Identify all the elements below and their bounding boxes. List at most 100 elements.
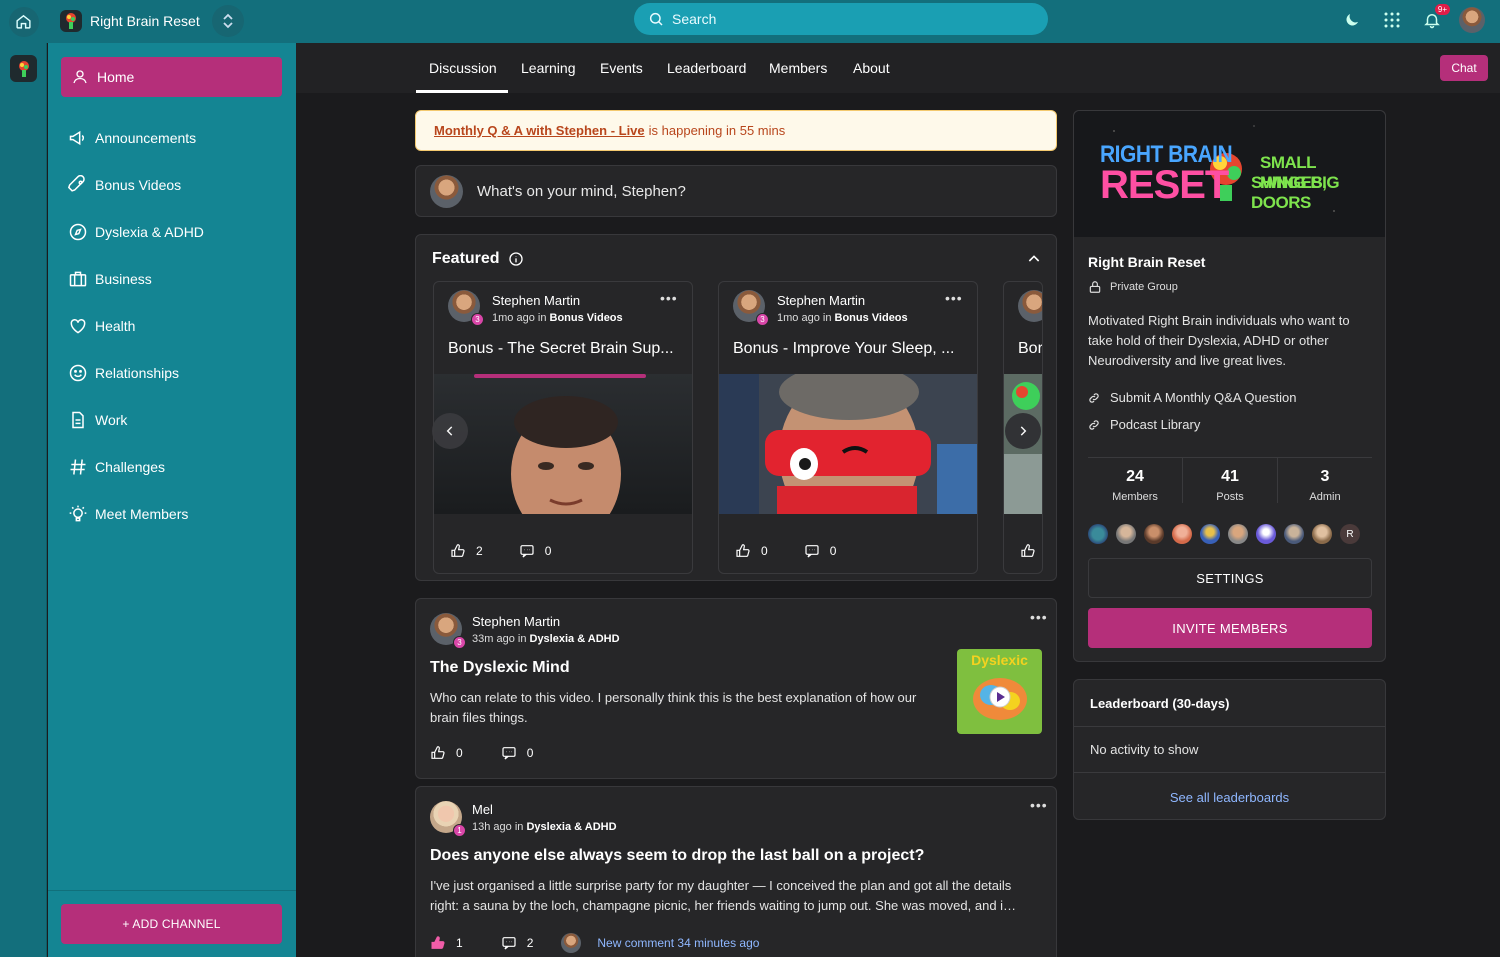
member-avatar[interactable] <box>1284 524 1304 544</box>
post-title[interactable]: Does anyone else always seem to drop the… <box>430 847 924 865</box>
apps-grid-icon[interactable] <box>1372 4 1412 36</box>
switch-group-icon[interactable] <box>211 5 244 37</box>
home-icon[interactable] <box>8 6 39 37</box>
sidebar-item-announcements[interactable]: Announcements <box>68 126 196 150</box>
add-channel-button[interactable]: + ADD CHANNEL <box>61 904 282 944</box>
liked-icon[interactable] <box>430 935 446 951</box>
tab-members[interactable]: Members <box>769 60 827 76</box>
more-options-icon[interactable]: ••• <box>945 290 963 306</box>
post-card[interactable]: 3 Stephen Martin 33m ago in Dyslexia & A… <box>415 598 1057 779</box>
post-author[interactable]: Stephen Martin <box>777 293 865 308</box>
active-tab-indicator <box>416 90 508 93</box>
avatar <box>430 174 463 208</box>
new-comment-link[interactable]: New comment 34 minutes ago <box>597 936 759 950</box>
chat-button[interactable]: Chat <box>1440 55 1488 81</box>
sidebar-item-business[interactable]: Business <box>68 267 152 291</box>
hero-line2: RESET <box>1100 163 1229 207</box>
sidebar-item-home[interactable]: Home <box>61 57 282 97</box>
more-options-icon[interactable]: ••• <box>660 290 678 306</box>
thumbnail-title: Dyslexic <box>971 652 1028 668</box>
search-input[interactable]: Search <box>634 3 1048 35</box>
stat-admin[interactable]: 3 Admin <box>1277 458 1372 503</box>
tab-events[interactable]: Events <box>600 60 643 76</box>
divider <box>1074 772 1385 773</box>
link-monthly-qa[interactable]: Submit A Monthly Q&A Question <box>1088 390 1296 405</box>
member-avatar[interactable] <box>1144 524 1164 544</box>
collapse-chevron-icon[interactable] <box>1026 251 1042 267</box>
group-switcher[interactable]: Right Brain Reset <box>60 5 244 37</box>
comment-icon[interactable] <box>501 935 517 951</box>
link-podcast-library[interactable]: Podcast Library <box>1088 417 1200 432</box>
sidebar-item-relationships[interactable]: Relationships <box>68 361 179 385</box>
user-avatar[interactable] <box>1452 4 1492 36</box>
post-author[interactable]: Stephen Martin <box>472 614 560 629</box>
carousel-prev-button[interactable] <box>432 413 468 449</box>
sidebar-item-dyslexia-adhd[interactable]: Dyslexia & ADHD <box>68 220 204 244</box>
see-all-leaderboards-link[interactable]: See all leaderboards <box>1074 790 1385 805</box>
member-avatar[interactable] <box>1088 524 1108 544</box>
carousel-next-button[interactable] <box>1005 413 1041 449</box>
like-icon[interactable] <box>1020 543 1036 559</box>
member-avatar[interactable] <box>1312 524 1332 544</box>
like-icon[interactable] <box>735 543 751 559</box>
group-stats: 24 Members 41 Posts 3 Admin <box>1088 457 1372 503</box>
sidebar-item-meet-members[interactable]: Meet Members <box>68 502 188 526</box>
hero-tagline-2: SWING BIG DOORS <box>1251 173 1340 212</box>
group-logo-icon <box>60 10 82 32</box>
stat-posts[interactable]: 41 Posts <box>1182 458 1277 503</box>
sidebar-item-challenges[interactable]: Challenges <box>68 455 165 479</box>
chevron-right-icon <box>1020 426 1027 436</box>
group-rail-logo-icon[interactable] <box>10 55 37 82</box>
sidebar-item-bonus-videos[interactable]: Bonus Videos <box>68 173 181 197</box>
notifications-bell-icon[interactable]: 9+ <box>1412 4 1452 36</box>
featured-section: Featured 3 Stephen Martin 1mo ago in Bon… <box>415 234 1057 581</box>
info-icon[interactable] <box>508 251 524 267</box>
post-thumbnail[interactable]: Dyslexic <box>957 649 1042 734</box>
sidebar-item-label: Announcements <box>95 130 197 146</box>
comment-icon[interactable] <box>501 745 517 761</box>
member-avatar[interactable] <box>1172 524 1192 544</box>
divider <box>1074 726 1385 727</box>
like-icon[interactable] <box>450 543 466 559</box>
post-author[interactable]: Stephen Martin <box>492 293 580 308</box>
member-avatar[interactable] <box>1200 524 1220 544</box>
video-thumbnail[interactable] <box>434 374 692 540</box>
member-avatar[interactable] <box>1228 524 1248 544</box>
post-composer[interactable]: What's on your mind, Stephen? <box>415 165 1057 217</box>
more-options-icon[interactable]: ••• <box>1030 609 1048 625</box>
privacy-label: Private Group <box>1088 280 1178 294</box>
tab-discussion[interactable]: Discussion <box>429 60 497 76</box>
featured-card[interactable]: 3 Stephen Martin 1mo ago in Bonus Videos… <box>433 281 693 574</box>
sidebar-item-health[interactable]: Health <box>68 314 135 338</box>
avatar <box>1018 290 1042 324</box>
like-icon[interactable] <box>430 745 446 761</box>
featured-title-text: Featured <box>432 250 500 267</box>
member-avatar-initial[interactable]: R <box>1340 524 1360 544</box>
tab-learning[interactable]: Learning <box>521 60 576 76</box>
comment-icon[interactable] <box>804 543 820 559</box>
featured-card[interactable]: 3 Stephen Martin 1mo ago in Bonus Videos… <box>718 281 978 574</box>
settings-button[interactable]: SETTINGS <box>1088 558 1372 598</box>
tab-leaderboard[interactable]: Leaderboard <box>667 60 746 76</box>
like-count: 1 <box>456 936 463 950</box>
heart-icon <box>70 318 86 334</box>
member-avatar[interactable] <box>1256 524 1276 544</box>
megaphone-icon <box>69 130 85 146</box>
more-options-icon[interactable]: ••• <box>1030 797 1048 813</box>
post-title: Bonus - Improve Your Sleep, ... <box>733 340 955 357</box>
post-author[interactable]: Mel <box>472 802 493 817</box>
comment-icon[interactable] <box>519 543 535 559</box>
sidebar-item-work[interactable]: Work <box>68 408 127 432</box>
invite-members-button[interactable]: INVITE MEMBERS <box>1088 608 1372 648</box>
stat-members[interactable]: 24 Members <box>1088 458 1182 503</box>
group-about-card: RIGHT BRAIN RESET SMALL HINGES, SWING BI… <box>1073 110 1386 662</box>
member-avatar[interactable] <box>1116 524 1136 544</box>
post-card[interactable]: 1 Mel 13h ago in Dyslexia & ADHD ••• Doe… <box>415 786 1057 957</box>
tab-about[interactable]: About <box>853 60 890 76</box>
post-title[interactable]: The Dyslexic Mind <box>430 659 570 677</box>
dark-mode-icon[interactable] <box>1332 4 1372 36</box>
lock-icon <box>1089 281 1101 293</box>
video-thumbnail[interactable] <box>719 364 977 534</box>
live-event-link[interactable]: Monthly Q & A with Stephen - Live <box>434 123 645 138</box>
leaderboard-empty: No activity to show <box>1090 742 1199 757</box>
